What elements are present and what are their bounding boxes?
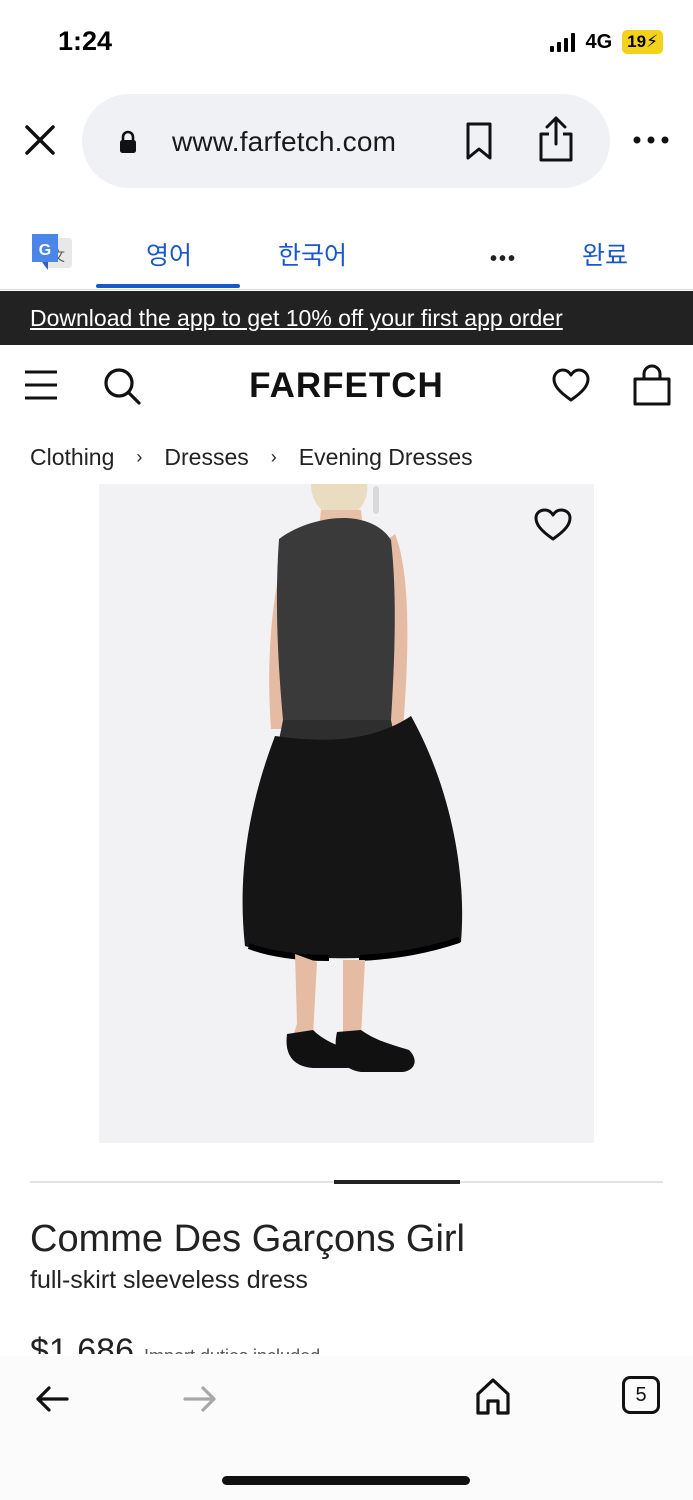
battery-level: 19: [627, 32, 647, 51]
tabs-count-button[interactable]: 5: [622, 1376, 660, 1414]
image-wishlist-heart-icon[interactable]: [534, 508, 572, 542]
lock-icon: [120, 130, 136, 153]
more-icon[interactable]: [631, 130, 671, 150]
wishlist-heart-icon[interactable]: [552, 368, 590, 404]
site-header: FARFETCH: [0, 346, 693, 430]
battery-indicator: 19⚡: [622, 30, 663, 54]
breadcrumb-dresses[interactable]: Dresses: [164, 444, 248, 471]
home-icon[interactable]: [474, 1376, 512, 1416]
forward-arrow-icon[interactable]: [182, 1384, 218, 1414]
status-bar: 1:24 4G 19⚡: [0, 0, 693, 88]
product-name: full-skirt sleeveless dress: [30, 1266, 308, 1294]
product-image[interactable]: [99, 484, 594, 1143]
breadcrumb-clothing[interactable]: Clothing: [30, 444, 114, 471]
breadcrumb: Clothing › Dresses › Evening Dresses: [30, 444, 473, 471]
shopping-bag-icon[interactable]: [632, 364, 672, 406]
promo-banner[interactable]: Download the app to get 10% off your fir…: [0, 291, 693, 345]
duties-note: Import duties included: [144, 1346, 320, 1354]
carousel-position-indicator: [334, 1180, 460, 1184]
url-text: www.farfetch.com: [172, 126, 397, 157]
status-time: 1:24: [58, 26, 113, 56]
svg-text:G: G: [39, 242, 51, 259]
browser-address-row: www.farfetch.com: [0, 92, 693, 188]
translate-more-button[interactable]: •••: [490, 248, 517, 271]
status-indicators: 4G 19⚡: [550, 30, 663, 54]
promo-link[interactable]: Download the app to get 10% off your fir…: [30, 305, 563, 332]
price-row: $1,686 Import duties included: [30, 1332, 320, 1354]
product-brand[interactable]: Comme Des Garçons Girl: [30, 1218, 465, 1261]
back-arrow-icon[interactable]: [34, 1384, 70, 1414]
dress-photo-illustration: [99, 484, 594, 1143]
chevron-right-icon: ›: [270, 447, 277, 467]
source-language-tab[interactable]: 영어: [146, 236, 192, 272]
product-price: $1,686: [30, 1332, 134, 1354]
breadcrumb-evening-dresses[interactable]: Evening Dresses: [299, 444, 473, 471]
translate-done-button[interactable]: 완료: [582, 236, 628, 272]
bookmark-icon[interactable]: [462, 120, 496, 162]
google-translate-icon[interactable]: 文 G: [30, 230, 74, 274]
translate-bar: 文 G 영어 한국어 ••• 완료: [0, 206, 693, 290]
signal-icon: [550, 32, 576, 52]
share-icon[interactable]: [536, 114, 576, 164]
address-bar[interactable]: www.farfetch.com: [82, 94, 610, 188]
close-icon[interactable]: [22, 122, 58, 158]
network-type: 4G: [585, 30, 613, 53]
chevron-right-icon: ›: [136, 447, 143, 467]
active-tab-underline: [96, 284, 240, 288]
browser-bottom-toolbar: 5: [0, 1356, 693, 1500]
target-language-tab[interactable]: 한국어: [278, 236, 347, 272]
home-indicator: [222, 1476, 470, 1485]
